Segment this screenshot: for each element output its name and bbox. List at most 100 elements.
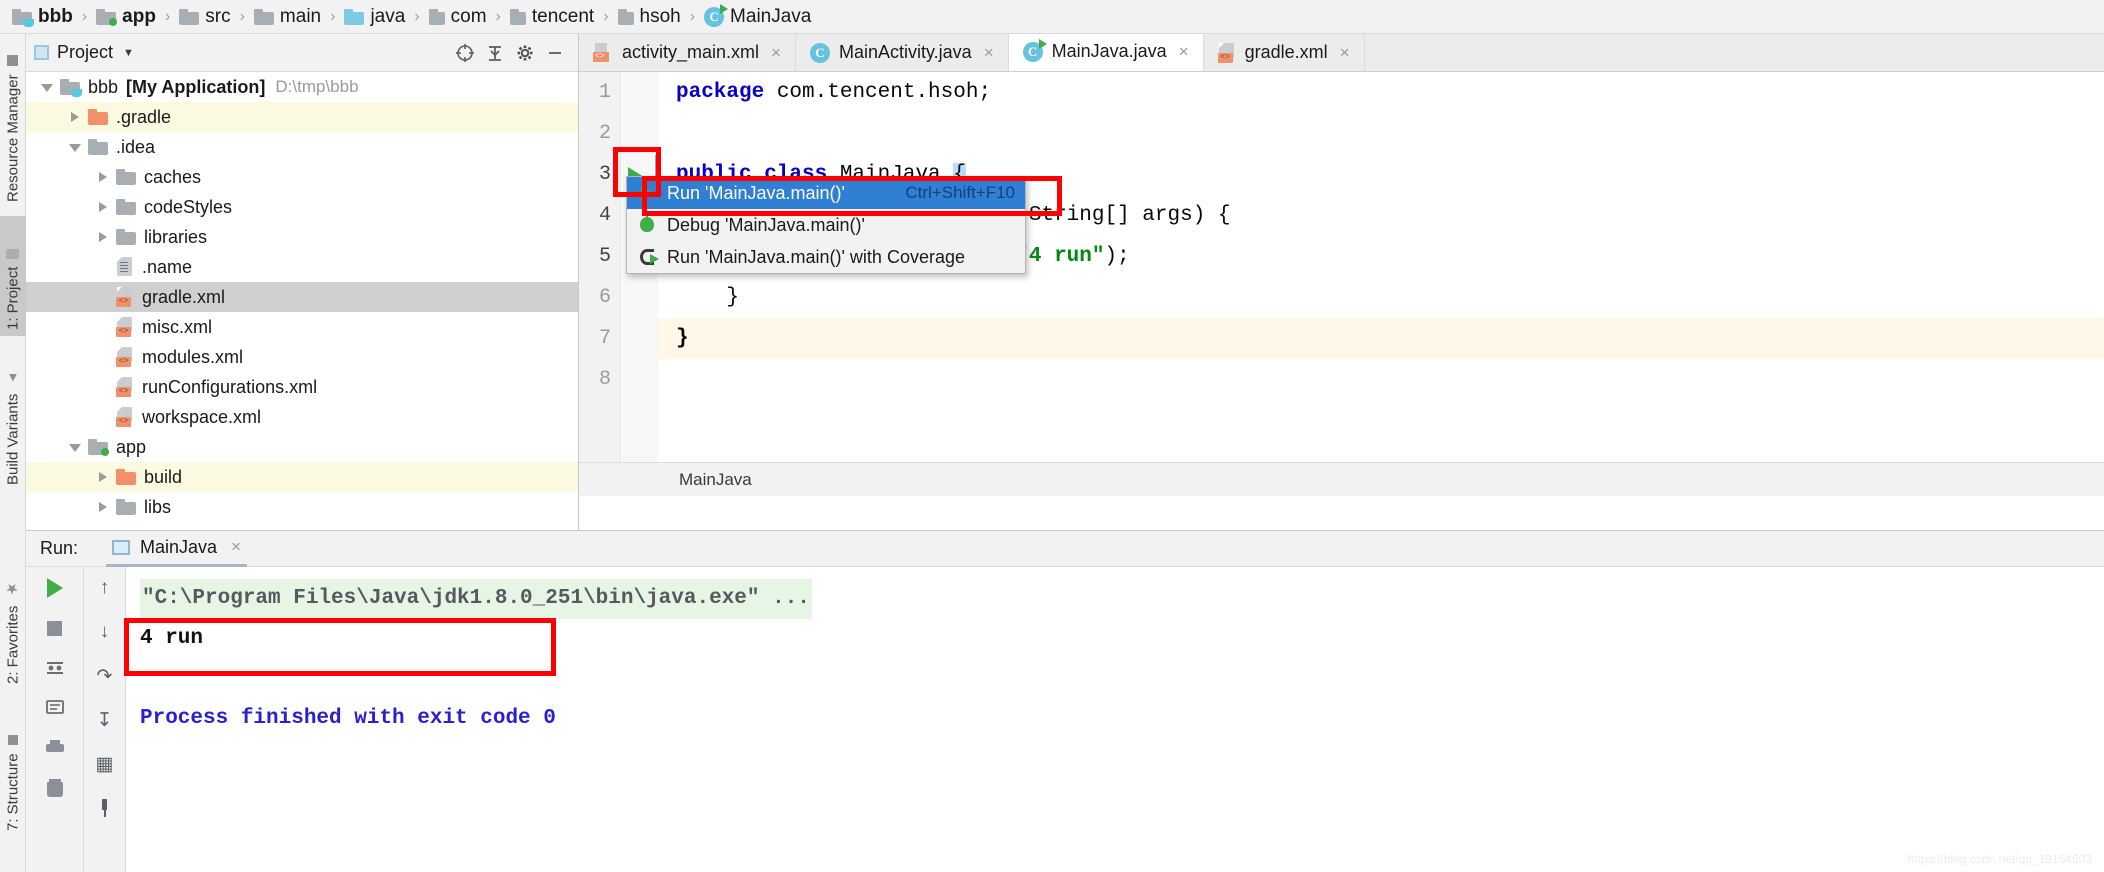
- breadcrumb-item-tencent[interactable]: tencent: [508, 0, 596, 34]
- menu-item-run[interactable]: Run 'MainJava.main()' Ctrl+Shift+F10: [627, 177, 1025, 209]
- tree-item-label: workspace.xml: [142, 406, 262, 427]
- menu-item-run-with-coverage[interactable]: Run 'MainJava.main()' with Coverage: [627, 241, 1025, 273]
- project-tool-window: Project ▼ bbb [My Application] D:\tmp\bb…: [26, 34, 579, 530]
- menu-item-debug[interactable]: Debug 'MainJava.main()': [627, 209, 1025, 241]
- close-icon[interactable]: ×: [1340, 43, 1350, 63]
- sidebar-item-project[interactable]: 1: Project: [0, 216, 26, 336]
- gear-icon[interactable]: [510, 38, 540, 68]
- chevron-down-icon[interactable]: [40, 80, 54, 94]
- orange-folder-icon: [88, 109, 108, 125]
- tab-mainactivity-java[interactable]: C MainActivity.java ×: [795, 34, 1009, 71]
- stop-icon[interactable]: [42, 615, 68, 641]
- menu-item-shortcut: Ctrl+Shift+F10: [905, 183, 1015, 202]
- tree-item-label: build: [144, 466, 183, 487]
- scroll-up-icon[interactable]: ↑: [92, 575, 118, 601]
- clear-all-icon[interactable]: [42, 695, 68, 721]
- tree-item-modules-xml[interactable]: <> modules.xml: [26, 342, 578, 372]
- code-editor[interactable]: 1 2 3 4 5 6 7 8 package com.tencent.hsoh…: [579, 72, 2104, 496]
- project-panel-title: Project: [57, 42, 114, 62]
- run-icon: [637, 183, 659, 203]
- tree-item-idea[interactable]: .idea: [26, 132, 578, 162]
- breadcrumb-item-java[interactable]: java: [342, 0, 407, 34]
- breadcrumb-item-mainjava[interactable]: C MainJava: [702, 0, 813, 34]
- run-panel-header: Run: MainJava ×: [26, 531, 2104, 567]
- tree-item-libraries[interactable]: libraries: [26, 222, 578, 252]
- line-number: 2: [598, 122, 611, 145]
- tree-item-label: codeStyles: [144, 196, 233, 217]
- target-icon[interactable]: [450, 38, 480, 68]
- tree-item-gradle-xml[interactable]: <> gradle.xml: [26, 282, 578, 312]
- chevron-down-icon[interactable]: ▼: [123, 47, 134, 59]
- chevron-right-icon[interactable]: [96, 230, 110, 244]
- sidebar-item-resource-manager[interactable]: Resource Manager: [0, 38, 26, 208]
- breadcrumb-item-src[interactable]: src: [177, 0, 232, 34]
- run-tab-mainjava[interactable]: MainJava ×: [106, 531, 248, 567]
- breadcrumb-item-com[interactable]: com: [427, 0, 489, 34]
- tree-item-label: app: [116, 436, 147, 457]
- breadcrumb-item-bbb[interactable]: bbb: [10, 0, 75, 34]
- trash-icon[interactable]: [42, 775, 68, 801]
- tree-item-misc-xml[interactable]: <> misc.xml: [26, 312, 578, 342]
- tree-item-name-file[interactable]: .name: [26, 252, 578, 282]
- close-icon[interactable]: ×: [771, 43, 781, 63]
- soft-wrap-icon[interactable]: ↷: [92, 663, 118, 689]
- tree-item-label: .idea: [116, 136, 156, 157]
- tree-item-path: D:\tmp\bbb: [275, 77, 359, 96]
- tree-item-codestyles[interactable]: codeStyles: [26, 192, 578, 222]
- collapse-all-icon[interactable]: [480, 38, 510, 68]
- tab-mainjava-java[interactable]: C MainJava.java ×: [1008, 34, 1204, 71]
- breadcrumb-item-app[interactable]: app: [94, 0, 158, 34]
- editor-tab-bar: <> activity_main.xml × C MainActivity.ja…: [579, 34, 2104, 72]
- sidebar-item-build-variants[interactable]: Build Variants ▲: [0, 346, 26, 491]
- tree-item-label: gradle.xml: [142, 286, 226, 307]
- close-icon[interactable]: ×: [231, 537, 241, 557]
- breadcrumb-item-hsoh[interactable]: hsoh: [616, 0, 683, 34]
- chevron-right-icon[interactable]: [96, 470, 110, 484]
- module-folder-icon: [88, 439, 109, 456]
- scroll-down-icon[interactable]: ↓: [92, 619, 118, 645]
- tree-item-bbb[interactable]: bbb [My Application] D:\tmp\bbb: [26, 72, 578, 102]
- close-icon[interactable]: ×: [1179, 42, 1189, 62]
- code-text[interactable]: package com.tencent.hsoh; public class M…: [658, 72, 2104, 496]
- breadcrumb-label: tencent: [531, 5, 595, 27]
- chevron-right-icon[interactable]: [96, 170, 110, 184]
- run-context-menu[interactable]: Run 'MainJava.main()' Ctrl+Shift+F10 Deb…: [626, 176, 1026, 274]
- star-icon: ★: [4, 579, 21, 598]
- tree-item-caches[interactable]: caches: [26, 162, 578, 192]
- breadcrumb-item-main[interactable]: main: [252, 0, 323, 34]
- chevron-down-icon[interactable]: [68, 440, 82, 454]
- grid-icon[interactable]: ▦: [92, 751, 118, 777]
- tab-label: MainActivity.java: [838, 42, 972, 62]
- console-output[interactable]: "C:\Program Files\Java\jdk1.8.0_251\bin\…: [126, 567, 2104, 872]
- chevron-right-icon[interactable]: [96, 500, 110, 514]
- print-icon[interactable]: [42, 735, 68, 761]
- rerun-icon[interactable]: [42, 575, 68, 601]
- chevron-right-icon[interactable]: [96, 200, 110, 214]
- sidebar-item-favorites[interactable]: 2: Favorites ★: [0, 550, 26, 690]
- line-number: 7: [598, 327, 611, 350]
- tab-activity-main-xml[interactable]: <> activity_main.xml ×: [579, 34, 796, 71]
- tree-item-libs[interactable]: libs: [26, 492, 578, 522]
- breadcrumb-separator: ›: [689, 7, 696, 25]
- chevron-right-icon[interactable]: [68, 110, 82, 124]
- scroll-to-end-icon[interactable]: ↧: [92, 707, 118, 733]
- tree-item-workspace-xml[interactable]: <> workspace.xml: [26, 402, 578, 432]
- tab-gradle-xml[interactable]: <> gradle.xml ×: [1203, 34, 1365, 71]
- package-folder-icon: [509, 8, 526, 25]
- pin-icon[interactable]: [92, 795, 118, 821]
- tree-item-app[interactable]: app: [26, 432, 578, 462]
- thread-dump-icon[interactable]: [42, 655, 68, 681]
- minimize-icon[interactable]: [540, 38, 570, 68]
- breadcrumb-separator: ›: [81, 7, 88, 25]
- sidebar-item-structure[interactable]: 7: Structure: [0, 702, 26, 837]
- tree-item-gradle-dir[interactable]: .gradle: [26, 102, 578, 132]
- tree-item-runconfigurations-xml[interactable]: <> runConfigurations.xml: [26, 372, 578, 402]
- close-icon[interactable]: ×: [984, 43, 994, 63]
- tree-item-build[interactable]: build: [26, 462, 578, 492]
- chevron-down-icon[interactable]: [68, 140, 82, 154]
- sidebar-item-label: Build Variants: [4, 393, 22, 485]
- tab-label: activity_main.xml: [622, 42, 760, 62]
- project-panel-header: Project ▼: [26, 34, 578, 72]
- editor-gutter-icons[interactable]: [622, 72, 658, 496]
- breadcrumb-label: com: [450, 5, 487, 27]
